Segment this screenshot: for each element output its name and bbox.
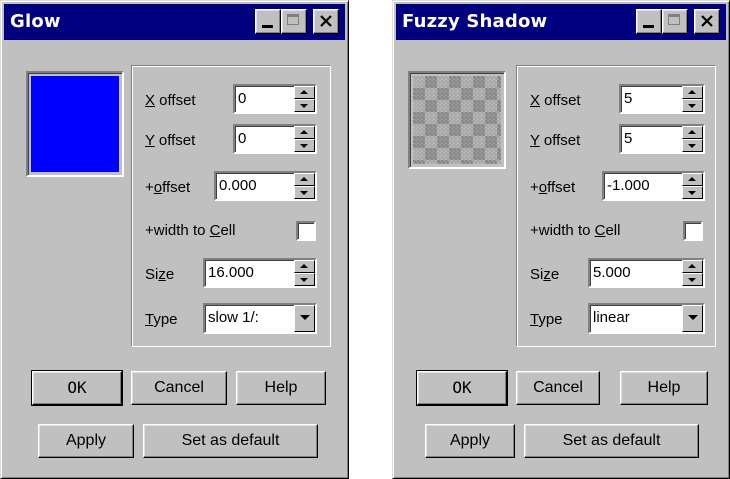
size-value: 16.000 <box>208 264 254 281</box>
x-offset-label: X offset <box>145 92 196 109</box>
chevron-down-icon[interactable] <box>682 305 703 332</box>
ok-button[interactable]: OK <box>416 370 508 406</box>
size-label: Size <box>530 266 560 283</box>
x-offset-spinner[interactable] <box>294 86 315 112</box>
x-offset-value: 5 <box>624 90 633 107</box>
plus-offset-spinner[interactable] <box>294 173 315 199</box>
y-offset-field[interactable]: 5 <box>619 124 705 154</box>
glow-color-preview[interactable] <box>26 71 124 177</box>
type-value: slow 1/: <box>208 309 259 326</box>
y-offset-field[interactable]: 0 <box>233 124 317 154</box>
ok-button[interactable]: OK <box>31 370 123 406</box>
x-offset-field[interactable]: 0 <box>233 84 317 114</box>
maximize-button[interactable] <box>281 9 307 34</box>
apply-button[interactable]: Apply <box>425 424 515 458</box>
plus-offset-field[interactable]: -1.000 <box>602 171 705 201</box>
size-value: 5.000 <box>593 264 631 281</box>
y-offset-value: 0 <box>238 130 247 147</box>
width-to-cell-checkbox[interactable] <box>296 221 316 241</box>
x-offset-field[interactable]: 5 <box>619 84 705 114</box>
x-offset-value: 0 <box>238 90 247 107</box>
size-field[interactable]: 16.000 <box>203 258 317 288</box>
minimize-button[interactable] <box>636 9 662 34</box>
help-button[interactable]: Help <box>620 371 708 405</box>
plus-offset-label: +offset <box>145 179 191 196</box>
apply-button[interactable]: Apply <box>38 424 134 458</box>
size-field[interactable]: 5.000 <box>588 258 705 288</box>
cancel-button[interactable]: Cancel <box>131 371 227 405</box>
type-select[interactable]: linear <box>588 303 705 334</box>
x-offset-spinner[interactable] <box>682 86 703 112</box>
close-icon <box>701 15 713 27</box>
window-title: Fuzzy Shadow <box>402 11 548 32</box>
shadow-pattern-preview[interactable] <box>408 71 506 169</box>
glow-titlebar[interactable]: Glow <box>4 4 345 40</box>
set-default-button[interactable]: Set as default <box>143 424 318 458</box>
plus-offset-field[interactable]: 0.000 <box>214 171 317 201</box>
glow-dialog: Glow X offset 0 Y offset 0 +offset 0.000… <box>0 0 349 479</box>
fuzzy-shadow-dialog: Fuzzy Shadow X offset 5 Y offset 5 +offs… <box>392 0 730 479</box>
y-offset-label: Y offset <box>145 132 196 149</box>
window-title: Glow <box>10 11 61 32</box>
width-to-cell-label: +width to Cell <box>145 222 236 239</box>
close-button[interactable] <box>313 9 339 34</box>
y-offset-value: 5 <box>624 130 633 147</box>
plus-offset-label: +offset <box>530 179 576 196</box>
minimize-button[interactable] <box>255 9 281 34</box>
y-offset-label: Y offset <box>530 132 581 149</box>
plus-offset-value: -1.000 <box>607 177 650 194</box>
plus-offset-value: 0.000 <box>219 177 257 194</box>
fuzzy-titlebar[interactable]: Fuzzy Shadow <box>396 4 726 40</box>
cancel-button[interactable]: Cancel <box>516 371 600 405</box>
y-offset-spinner[interactable] <box>294 126 315 152</box>
maximize-button[interactable] <box>662 9 688 34</box>
chevron-down-icon[interactable] <box>294 305 315 332</box>
help-button[interactable]: Help <box>236 371 326 405</box>
y-offset-spinner[interactable] <box>682 126 703 152</box>
close-button[interactable] <box>694 9 720 34</box>
type-label: Type <box>530 311 563 328</box>
color-swatch <box>31 76 119 172</box>
size-label: Size <box>145 266 175 283</box>
size-spinner[interactable] <box>294 260 315 286</box>
width-to-cell-checkbox[interactable] <box>683 221 703 241</box>
checkered-pattern-swatch <box>413 76 501 164</box>
type-label: Type <box>145 311 178 328</box>
width-to-cell-label: +width to Cell <box>530 222 621 239</box>
size-spinner[interactable] <box>682 260 703 286</box>
type-value: linear <box>593 309 630 326</box>
close-icon <box>320 15 332 27</box>
plus-offset-spinner[interactable] <box>682 173 703 199</box>
type-select[interactable]: slow 1/: <box>203 303 317 334</box>
x-offset-label: X offset <box>530 92 581 109</box>
set-default-button[interactable]: Set as default <box>524 424 699 458</box>
